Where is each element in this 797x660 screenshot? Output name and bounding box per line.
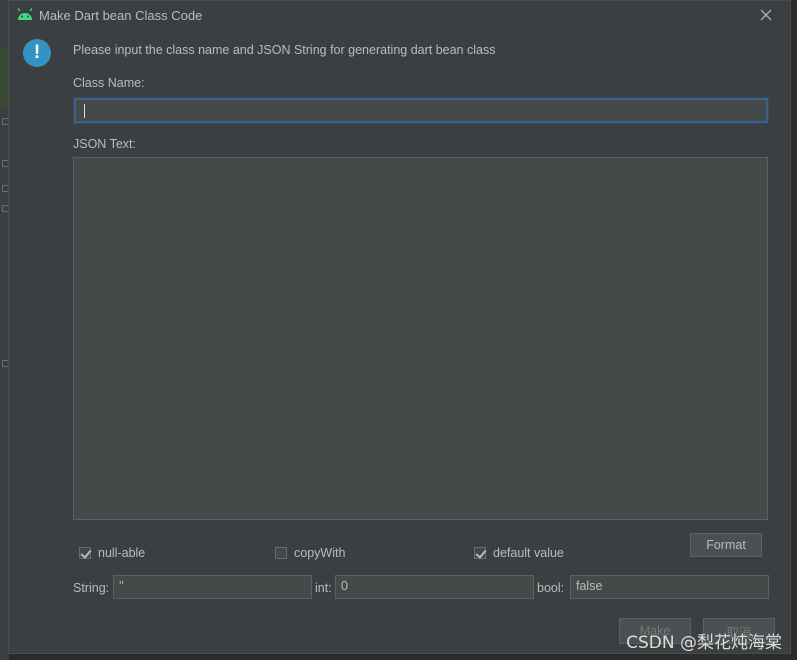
dialog-title: Make Dart bean Class Code bbox=[39, 8, 203, 23]
dialog-title-bar: Make Dart bean Class Code bbox=[9, 1, 790, 31]
dialog-message: Please input the class name and JSON Str… bbox=[73, 43, 496, 57]
default-value-option[interactable]: default value bbox=[474, 546, 564, 560]
int-default-input[interactable]: 0 bbox=[335, 575, 534, 599]
null-able-label: null-able bbox=[98, 546, 146, 560]
close-icon[interactable] bbox=[758, 7, 774, 23]
ide-background-highlight bbox=[0, 48, 8, 108]
text-caret bbox=[84, 104, 85, 118]
null-able-checkbox[interactable] bbox=[79, 547, 91, 559]
class-name-label: Class Name: bbox=[73, 76, 145, 90]
android-icon bbox=[17, 8, 33, 20]
json-text-label: JSON Text: bbox=[73, 137, 136, 151]
watermark: CSDN @梨花炖海棠 bbox=[626, 633, 782, 653]
make-dart-bean-dialog: Make Dart bean Class Code ! Please input… bbox=[8, 0, 791, 654]
string-default-label: String: bbox=[73, 581, 110, 595]
string-default-input[interactable]: '' bbox=[113, 575, 312, 599]
default-value-label: default value bbox=[493, 546, 564, 560]
info-icon: ! bbox=[23, 39, 51, 67]
bool-default-input[interactable]: false bbox=[570, 575, 769, 599]
format-button[interactable]: Format bbox=[690, 533, 762, 557]
default-value-checkbox[interactable] bbox=[474, 547, 486, 559]
class-name-input[interactable] bbox=[73, 97, 769, 124]
null-able-option[interactable]: null-able bbox=[79, 546, 145, 560]
bool-default-label: bool: bbox=[537, 581, 565, 595]
copy-with-checkbox[interactable] bbox=[275, 547, 287, 559]
copy-with-label: copyWith bbox=[294, 546, 346, 560]
json-text-area[interactable] bbox=[73, 157, 768, 520]
copy-with-option[interactable]: copyWith bbox=[275, 546, 345, 560]
int-default-label: int: bbox=[315, 581, 332, 595]
